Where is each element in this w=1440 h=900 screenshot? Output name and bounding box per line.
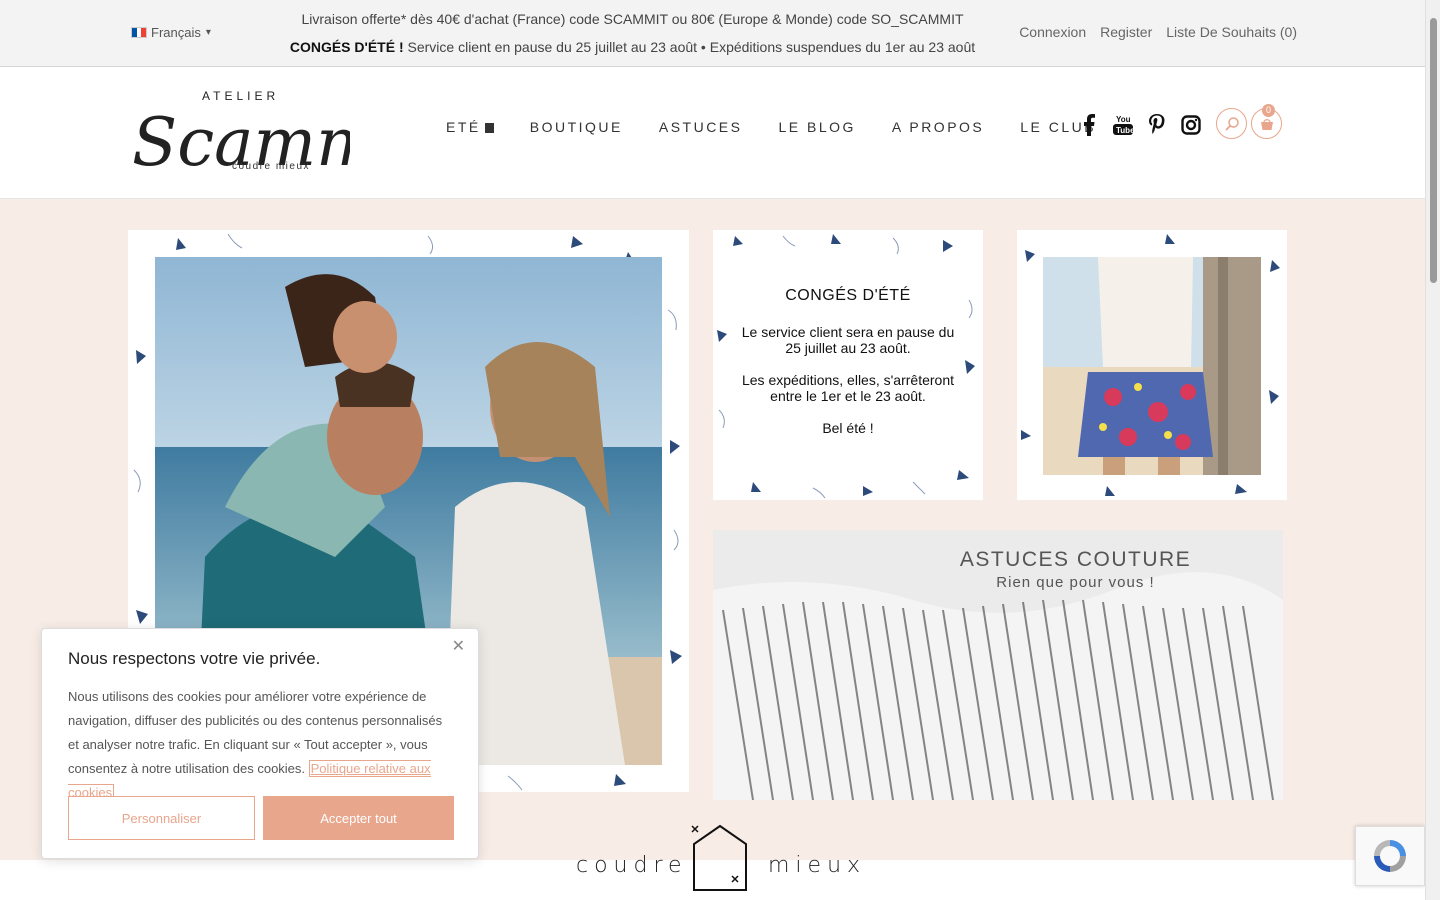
main-nav: ETÉ BOUTIQUE ASTUCES LE BLOG A PROPOS LE…: [446, 119, 1096, 135]
nav-ete[interactable]: ETÉ: [446, 119, 494, 135]
nav-blog[interactable]: LE BLOG: [778, 119, 855, 135]
search-button[interactable]: [1216, 108, 1247, 139]
accept-all-cookies-button[interactable]: Accepter tout: [263, 796, 454, 840]
language-label: Français: [151, 25, 201, 40]
social-links: You Tube: [1078, 113, 1202, 137]
facebook-icon[interactable]: [1078, 113, 1100, 137]
nav-ete-label: ETÉ: [446, 119, 481, 135]
language-selector[interactable]: Français ▾: [131, 25, 211, 40]
summer-skirt-photo: [1043, 257, 1261, 475]
mieux-word: mieux: [768, 853, 867, 878]
nav-boutique[interactable]: BOUTIQUE: [530, 119, 623, 135]
wishlist-link[interactable]: Liste De Souhaits (0): [1166, 24, 1297, 40]
close-icon[interactable]: ✕: [452, 636, 465, 656]
coudre-mieux-logo: coudre mieux: [576, 824, 860, 894]
scammit-logo[interactable]: ATELIER Scammit coudre mieux: [128, 83, 350, 185]
holiday-notice-text: Service client en pause du 25 juillet au…: [403, 39, 976, 55]
sewing-tips-heading: ASTUCES COUTURE Rien que pour vous !: [913, 548, 1238, 591]
sewing-tips-tile[interactable]: ASTUCES COUTURE Rien que pour vous !: [713, 530, 1283, 800]
customize-cookies-button[interactable]: Personnaliser: [68, 796, 255, 840]
announcement-bar: Français ▾ Livraison offerte* dès 40€ d'…: [0, 0, 1425, 67]
page-scrollbar[interactable]: [1425, 0, 1440, 900]
youtube-icon[interactable]: You Tube: [1112, 113, 1134, 137]
summer-skirt-tile[interactable]: [1017, 230, 1287, 500]
nav-a-propos[interactable]: A PROPOS: [892, 119, 984, 135]
scrollbar-thumb[interactable]: [1430, 18, 1437, 283]
coudre-word: coudre: [576, 853, 688, 878]
summer-break-p3: Bel été !: [822, 420, 874, 436]
recaptcha-icon: [1374, 840, 1406, 872]
summer-break-text: CONGÉS D'ÉTÉ Le service client sera en p…: [713, 288, 983, 452]
house-icon: [691, 824, 747, 891]
summer-break-tile[interactable]: CONGÉS D'ÉTÉ Le service client sera en p…: [713, 230, 983, 500]
chevron-down-icon: ▾: [205, 27, 211, 38]
recaptcha-badge[interactable]: [1355, 826, 1425, 886]
cart-count-badge: 0: [1262, 104, 1275, 117]
cookie-text: Nous utilisons des cookies pour améliore…: [68, 685, 454, 805]
pinterest-icon[interactable]: [1146, 113, 1168, 137]
logo-tagline-text: coudre mieux: [232, 161, 310, 172]
register-link[interactable]: Register: [1100, 24, 1152, 40]
cart-icon: [1260, 118, 1273, 130]
summer-break-title: CONGÉS D'ÉTÉ: [785, 287, 911, 304]
svg-text:Tube: Tube: [1116, 126, 1133, 135]
france-flag-icon: [131, 27, 147, 38]
login-link[interactable]: Connexion: [1019, 24, 1086, 40]
sewing-tips-subtitle: Rien que pour vous !: [996, 574, 1155, 591]
search-icon: [1224, 116, 1239, 131]
account-links: Connexion Register Liste De Souhaits (0): [1019, 24, 1297, 40]
site-header: ATELIER Scammit coudre mieux ETÉ BOUTIQU…: [0, 67, 1425, 199]
shipping-promo: Livraison offerte* dès 40€ d'achat (Fran…: [301, 11, 964, 27]
cookie-consent-dialog: ✕ Nous respectons votre vie privée. Nous…: [41, 628, 479, 859]
sewing-tips-title: ASTUCES COUTURE: [959, 548, 1192, 571]
svg-text:You: You: [1116, 115, 1131, 124]
instagram-icon[interactable]: [1180, 113, 1202, 137]
nav-astuces[interactable]: ASTUCES: [659, 119, 743, 135]
new-badge-icon: [484, 123, 494, 133]
summer-break-p1: Le service client sera en pause du 25 ju…: [741, 324, 955, 356]
logo-atelier-text: ATELIER: [202, 89, 279, 103]
holiday-notice-title: CONGÉS D'ÉTÉ !: [289, 39, 404, 55]
holiday-notice: CONGÉS D'ÉTÉ ! Service client en pause d…: [280, 37, 985, 57]
summer-break-p2: Les expéditions, elles, s'arrêteront ent…: [741, 372, 954, 404]
cookie-title: Nous respectons votre vie privée.: [68, 649, 321, 668]
